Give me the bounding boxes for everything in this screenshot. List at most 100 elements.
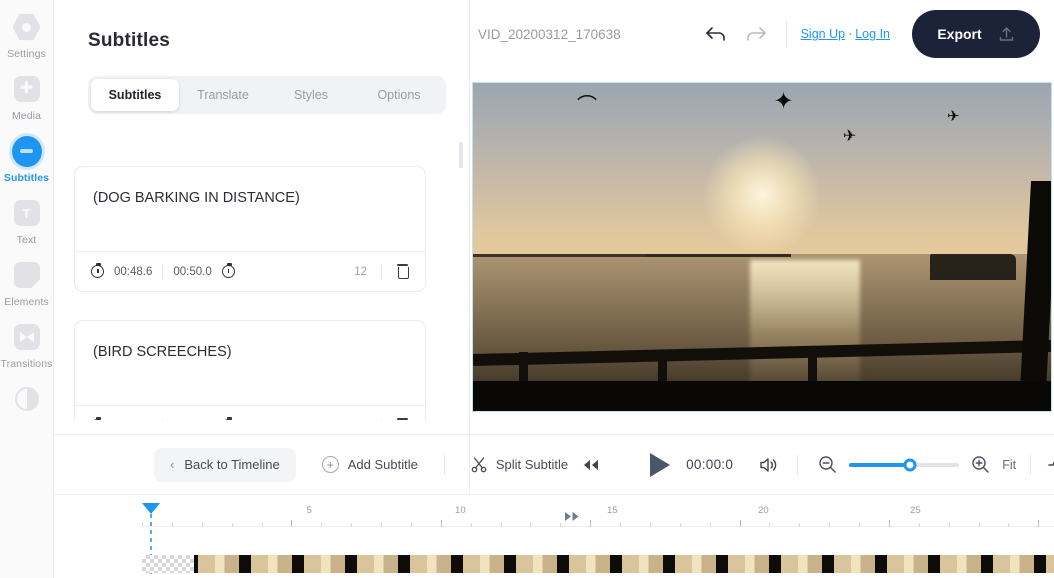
rewind-icon[interactable] bbox=[582, 458, 600, 472]
ruler-tick bbox=[859, 523, 860, 527]
sidebar-label-elements: Elements bbox=[4, 296, 49, 308]
sidebar-item-settings[interactable]: Settings bbox=[0, 12, 54, 60]
tab-styles[interactable]: Styles bbox=[267, 79, 355, 111]
bird-icon: ✦ bbox=[773, 87, 794, 115]
ruler-baseline bbox=[142, 526, 1054, 527]
sidebar-label-settings: Settings bbox=[7, 48, 46, 60]
thumbnail-frame bbox=[830, 555, 883, 573]
foreground-shadow bbox=[473, 381, 1051, 411]
subtitle-text[interactable]: (BIRD SCREECHES) bbox=[75, 321, 425, 405]
subtitle-meta: 00:56.4 00:57.8 21 bbox=[75, 405, 425, 420]
ruler-tick bbox=[649, 523, 651, 527]
thumbnail-frame bbox=[724, 555, 777, 573]
sidebar-item-text[interactable]: T Text bbox=[0, 198, 54, 246]
video-preview[interactable]: ⌒ ✦ ✈ ✈ bbox=[472, 82, 1052, 412]
subtitle-end-time[interactable]: 00:57.8 bbox=[173, 420, 211, 421]
play-button[interactable] bbox=[650, 452, 671, 477]
export-label: Export bbox=[937, 26, 982, 42]
subtitle-end-time[interactable]: 00:50.0 bbox=[173, 266, 211, 278]
ruler-tick bbox=[321, 523, 323, 527]
ruler-tick bbox=[829, 523, 831, 527]
split-subtitle-button[interactable]: Split Subtitle bbox=[471, 456, 569, 473]
ruler-tick bbox=[739, 520, 741, 527]
back-to-timeline-button[interactable]: ‹ Back to Timeline bbox=[154, 447, 296, 482]
ruler-tick bbox=[351, 523, 353, 527]
subtitle-start-time[interactable]: 00:56.4 bbox=[114, 420, 152, 421]
ruler-tick bbox=[500, 523, 502, 527]
sidebar-item-subtitles[interactable]: Subtitles bbox=[0, 135, 54, 184]
ruler-tick-label: 15 bbox=[607, 505, 618, 516]
start-time-icon bbox=[91, 417, 104, 420]
chevron-left-icon: ‹ bbox=[170, 457, 175, 472]
sidebar-item-media[interactable]: ✚ Media bbox=[0, 74, 54, 122]
tab-translate[interactable]: Translate bbox=[179, 79, 267, 111]
thumbnail-frame bbox=[459, 555, 512, 573]
sun-reflection bbox=[750, 260, 861, 385]
filters-icon bbox=[12, 384, 42, 414]
split-subtitle-label: Split Subtitle bbox=[495, 457, 569, 472]
thumbnail-frame bbox=[353, 555, 406, 573]
bird-icon: ✈ bbox=[842, 127, 857, 145]
fast-forward-icon[interactable] bbox=[564, 511, 580, 522]
list-item[interactable]: (DOG BARKING IN DISTANCE) 00:48.6 00:50.… bbox=[74, 166, 426, 292]
zoom-out-icon[interactable] bbox=[818, 455, 837, 474]
waveform-icon[interactable] bbox=[1047, 456, 1054, 474]
sidebar-label-media: Media bbox=[11, 110, 42, 122]
delete-subtitle-icon[interactable] bbox=[396, 264, 409, 279]
subtitles-icon bbox=[11, 135, 42, 167]
sun-glow bbox=[702, 134, 822, 255]
log-in-link[interactable]: Log In bbox=[855, 27, 890, 41]
gear-icon bbox=[12, 12, 42, 42]
volume-icon[interactable] bbox=[759, 456, 779, 474]
list-item[interactable]: (BIRD SCREECHES) 00:56.4 00:57.8 21 bbox=[74, 320, 426, 420]
subtitle-start-time[interactable]: 00:48.6 bbox=[114, 266, 152, 278]
fit-button[interactable]: Fit bbox=[1002, 458, 1016, 472]
sidebar-item-transitions[interactable]: Transitions bbox=[0, 322, 54, 370]
subtitle-text[interactable]: (DOG BARKING IN DISTANCE) bbox=[75, 167, 425, 251]
sidebar-item-filters[interactable] bbox=[0, 384, 54, 420]
start-time-icon bbox=[91, 263, 104, 278]
ruler-tick bbox=[470, 523, 472, 527]
toolbar-divider bbox=[797, 454, 799, 475]
video-preview-container: ⌒ ✦ ✈ ✈ bbox=[470, 82, 1054, 412]
divider bbox=[381, 264, 382, 279]
sidebar-label-subtitles: Subtitles bbox=[3, 172, 50, 184]
sidebar-item-elements[interactable]: Elements bbox=[0, 260, 54, 308]
playhead-handle[interactable] bbox=[142, 503, 160, 514]
ruler-tick bbox=[1008, 523, 1010, 527]
undo-arrow-icon[interactable] bbox=[696, 14, 736, 54]
video-track[interactable] bbox=[142, 555, 1054, 573]
thumbnail-frame bbox=[300, 555, 353, 573]
delete-subtitle-icon[interactable] bbox=[396, 418, 409, 420]
thumbnail-frame bbox=[565, 555, 618, 573]
page-title: Subtitles bbox=[88, 30, 171, 51]
redo-arrow-icon[interactable] bbox=[736, 14, 776, 54]
tab-subtitles[interactable]: Subtitles bbox=[91, 79, 179, 111]
sign-up-link[interactable]: Sign Up bbox=[801, 27, 845, 41]
editor-toolbar: ‹ Back to Timeline + Add Subtitle Split … bbox=[54, 434, 1054, 494]
zoom-slider[interactable] bbox=[849, 458, 960, 471]
plus-square-icon: ✚ bbox=[12, 74, 42, 104]
end-time-icon bbox=[221, 417, 235, 420]
ruler-tick bbox=[560, 523, 562, 527]
thumbnail-frame bbox=[989, 555, 1042, 573]
thumbnail-frame bbox=[194, 555, 247, 573]
track-thumbnails bbox=[194, 555, 1054, 573]
subtitle-list: (DOG BARKING IN DISTANCE) 00:48.6 00:50.… bbox=[54, 150, 470, 420]
zoom-slider-thumb[interactable] bbox=[903, 458, 917, 471]
thumbnail-frame bbox=[618, 555, 671, 573]
divider bbox=[162, 418, 164, 420]
zoom-in-icon[interactable] bbox=[971, 455, 990, 474]
divider bbox=[162, 264, 164, 279]
ruler-tick bbox=[440, 520, 442, 527]
timeline-ruler[interactable]: 5 10 15 20 25 30 bbox=[142, 505, 1054, 527]
subtitle-char-count: 21 bbox=[354, 420, 367, 421]
ruler-tick bbox=[888, 520, 890, 527]
video-editor-app: Settings ✚ Media Subtitles T Text Elemen… bbox=[0, 0, 1054, 578]
add-subtitle-button[interactable]: + Add Subtitle bbox=[321, 456, 418, 473]
tab-options[interactable]: Options bbox=[355, 79, 443, 111]
auth-separator: · bbox=[848, 27, 853, 41]
ruler-tick bbox=[590, 520, 592, 527]
ruler-tick bbox=[171, 523, 173, 527]
export-button[interactable]: Export bbox=[912, 10, 1040, 58]
